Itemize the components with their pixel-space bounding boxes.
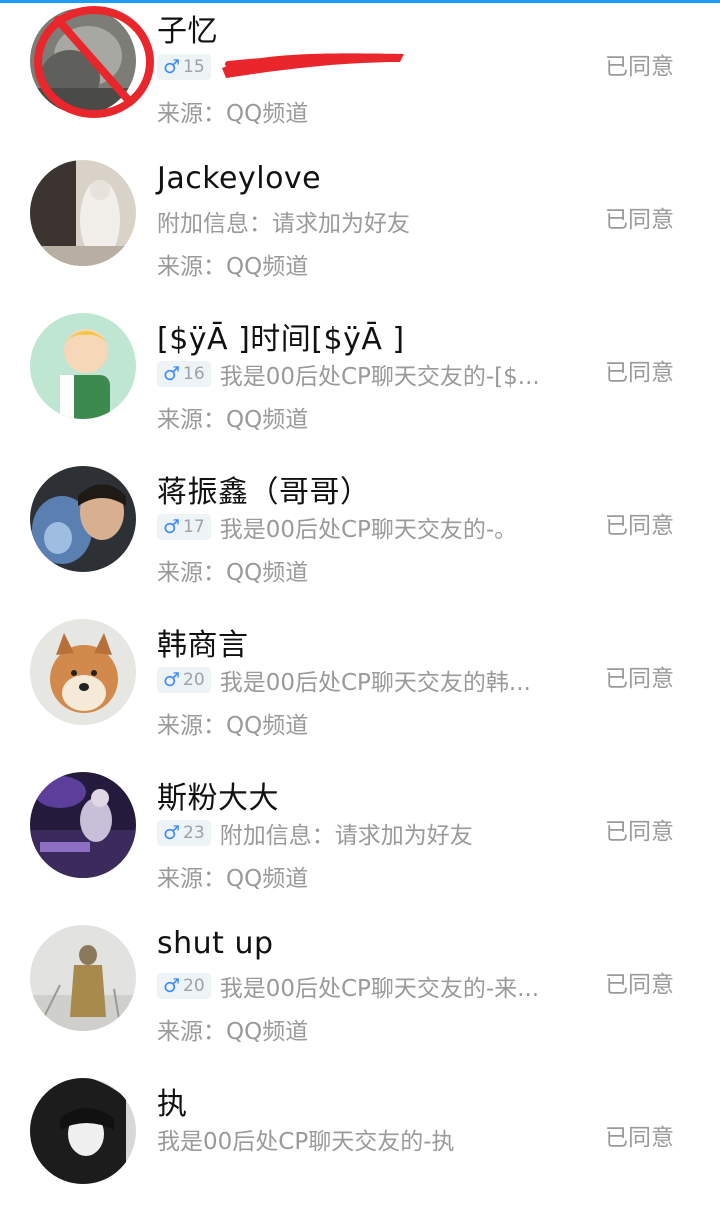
avatar[interactable]	[30, 466, 136, 572]
male-icon: ♂	[163, 975, 181, 997]
request-row[interactable]: 韩商言 ♂ 20 我是00后处CP聊天交友的韩... 来源：QQ频道 已同意	[0, 612, 720, 765]
request-source: 来源：QQ频道	[157, 866, 309, 892]
info-line: ♂ 17 我是00后处CP聊天交友的-。	[157, 512, 518, 543]
requester-name: [$ÿĀ ]时间[$ÿĀ ]	[157, 322, 405, 357]
info-line: ♂ 23 附加信息：请求加为好友	[157, 818, 473, 849]
request-source: 来源：QQ频道	[157, 713, 309, 739]
male-icon: ♂	[163, 363, 181, 385]
requester-name: 执	[157, 1087, 188, 1122]
friend-request-list: 子忆 ♂ 15 来源：QQ频道 已同意 Jackeylove 附加信息：请求加为…	[0, 0, 720, 1184]
gender-age-badge: ♂ 17	[157, 514, 211, 540]
avatar[interactable]	[30, 313, 136, 419]
request-message: 我是00后处CP聊天交友的-来...	[219, 976, 540, 1002]
gender-age-badge: ♂ 16	[157, 361, 211, 387]
status-label: 已同意	[605, 819, 674, 845]
status-label: 已同意	[605, 972, 674, 998]
avatar[interactable]	[30, 925, 136, 1031]
request-row[interactable]: 斯粉大大 ♂ 23 附加信息：请求加为好友 来源：QQ频道 已同意	[0, 765, 720, 918]
age: 20	[183, 670, 205, 690]
requester-name: 蒋振鑫（哥哥）	[157, 475, 371, 510]
male-icon: ♂	[163, 822, 181, 844]
info-line: 我是00后处CP聊天交友的-执	[157, 1124, 455, 1155]
redaction-scribble	[222, 53, 404, 78]
requester-name: 韩商言	[157, 628, 249, 663]
gender-age-badge: ♂ 20	[157, 667, 211, 693]
gender-age-badge: ♂ 15	[157, 54, 211, 80]
info-line: ♂ 15	[157, 52, 220, 82]
request-row[interactable]: Jackeylove 附加信息：请求加为好友 来源：QQ频道 已同意	[0, 153, 720, 306]
avatar[interactable]	[30, 619, 136, 725]
requester-name: shut up	[157, 926, 274, 961]
info-line: 附加信息：请求加为好友	[157, 206, 410, 237]
requester-name: Jackeylove	[157, 161, 322, 196]
avatar[interactable]	[30, 772, 136, 878]
request-row[interactable]: 蒋振鑫（哥哥） ♂ 17 我是00后处CP聊天交友的-。 来源：QQ频道 已同意	[0, 459, 720, 612]
status-label: 已同意	[605, 54, 674, 80]
request-message: 附加信息：请求加为好友	[157, 211, 410, 237]
age: 23	[183, 823, 205, 843]
age: 17	[183, 517, 205, 537]
gender-age-badge: ♂ 20	[157, 973, 211, 999]
status-label: 已同意	[605, 360, 674, 386]
request-message: 我是00后处CP聊天交友的-。	[219, 517, 518, 543]
info-line: ♂ 16 我是00后处CP聊天交友的-[$...	[157, 359, 540, 390]
request-row[interactable]: shut up ♂ 20 我是00后处CP聊天交友的-来... 来源：QQ频道 …	[0, 918, 720, 1071]
avatar[interactable]	[30, 1078, 136, 1184]
request-source: 来源：QQ频道	[157, 1019, 309, 1045]
request-row[interactable]: 子忆 ♂ 15 来源：QQ频道 已同意	[0, 0, 720, 153]
age: 20	[183, 976, 205, 996]
male-icon: ♂	[163, 516, 181, 538]
request-row[interactable]: 执 我是00后处CP聊天交友的-执 已同意	[0, 1071, 720, 1224]
requester-name: 子忆	[157, 14, 218, 49]
gender-age-badge: ♂ 23	[157, 820, 211, 846]
request-message: 我是00后处CP聊天交友的-执	[157, 1129, 455, 1155]
request-message: 附加信息：请求加为好友	[219, 823, 473, 849]
male-icon: ♂	[163, 669, 181, 691]
request-message: 我是00后处CP聊天交友的韩...	[219, 670, 531, 696]
info-line: ♂ 20 我是00后处CP聊天交友的-来...	[157, 971, 540, 1002]
status-label: 已同意	[605, 1125, 674, 1151]
requester-name: 斯粉大大	[157, 781, 279, 816]
info-line: ♂ 20 我是00后处CP聊天交友的韩...	[157, 665, 531, 696]
male-icon: ♂	[163, 56, 181, 78]
age: 16	[183, 364, 205, 384]
request-message: 我是00后处CP聊天交友的-[$...	[219, 364, 540, 390]
request-source: 来源：QQ频道	[157, 254, 309, 280]
status-label: 已同意	[605, 666, 674, 692]
prohibition-scribble-icon	[34, 6, 154, 118]
request-row[interactable]: [$ÿĀ ]时间[$ÿĀ ] ♂ 16 我是00后处CP聊天交友的-[$... …	[0, 306, 720, 459]
avatar[interactable]	[30, 160, 136, 266]
age: 15	[183, 57, 205, 77]
request-source: 来源：QQ频道	[157, 407, 309, 433]
status-label: 已同意	[605, 207, 674, 233]
request-source: 来源：QQ频道	[157, 101, 309, 127]
status-label: 已同意	[605, 513, 674, 539]
request-source: 来源：QQ频道	[157, 560, 309, 586]
